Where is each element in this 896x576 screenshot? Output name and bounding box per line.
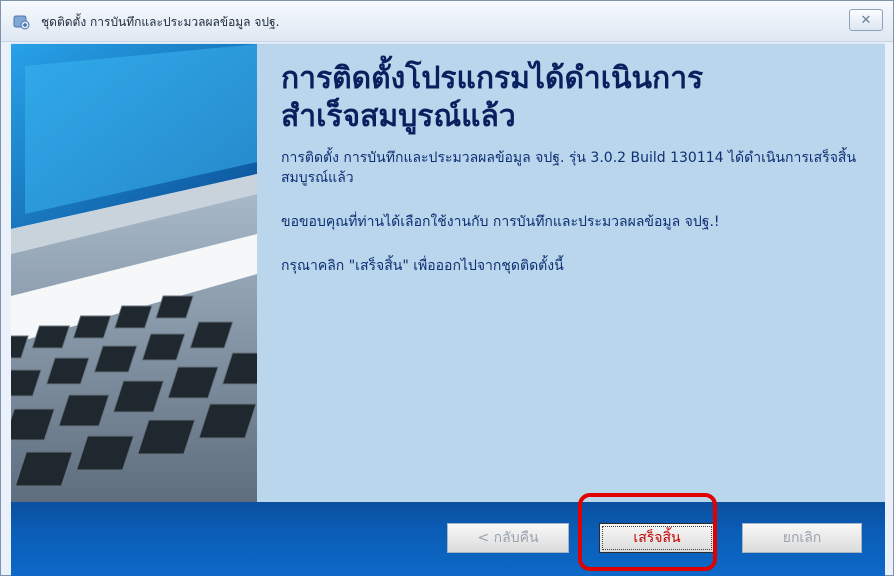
back-button-label: < กลับคืน <box>477 530 539 546</box>
keyboard-image <box>11 44 257 502</box>
back-button[interactable]: < กลับคืน <box>447 523 569 553</box>
content-area: การติดตั้งโปรแกรมได้ดำเนินการ สำเร็จสมบู… <box>11 43 885 503</box>
window-title: ชุดติดตั้ง การบันทึกและประมวลผลข้อมูล จป… <box>41 15 280 29</box>
page-title: การติดตั้งโปรแกรมได้ดำเนินการ สำเร็จสมบู… <box>281 61 704 134</box>
finish-button-label: เสร็จสิ้น <box>633 530 681 546</box>
install-details-text: การติดตั้ง การบันทึกและประมวลผลข้อมูล จป… <box>281 150 857 186</box>
completion-message: การติดตั้งโปรแกรมได้ดำเนินการ สำเร็จสมบู… <box>281 60 871 300</box>
installer-window: ชุดติดตั้ง การบันทึกและประมวลผลข้อมูล จป… <box>0 0 894 576</box>
cancel-button[interactable]: ยกเลิก <box>742 523 862 553</box>
thank-you-text: ขอขอบคุณที่ท่านได้เลือกใช้งานกับ การบันท… <box>281 214 720 230</box>
button-bar: < กลับคืน เสร็จสิ้น ยกเลิก <box>11 502 885 576</box>
finish-instruction-text: กรุณาคลิก "เสร็จสิ้น" เพื่อออกไปจากชุดติ… <box>281 258 564 274</box>
finish-button[interactable]: เสร็จสิ้น <box>599 523 715 553</box>
installer-icon <box>13 15 30 30</box>
close-button[interactable]: ✕ <box>849 9 883 31</box>
cancel-button-label: ยกเลิก <box>782 530 822 546</box>
title-bar: ชุดติดตั้ง การบันทึกและประมวลผลข้อมูล จป… <box>1 1 893 42</box>
close-icon: ✕ <box>860 12 872 28</box>
